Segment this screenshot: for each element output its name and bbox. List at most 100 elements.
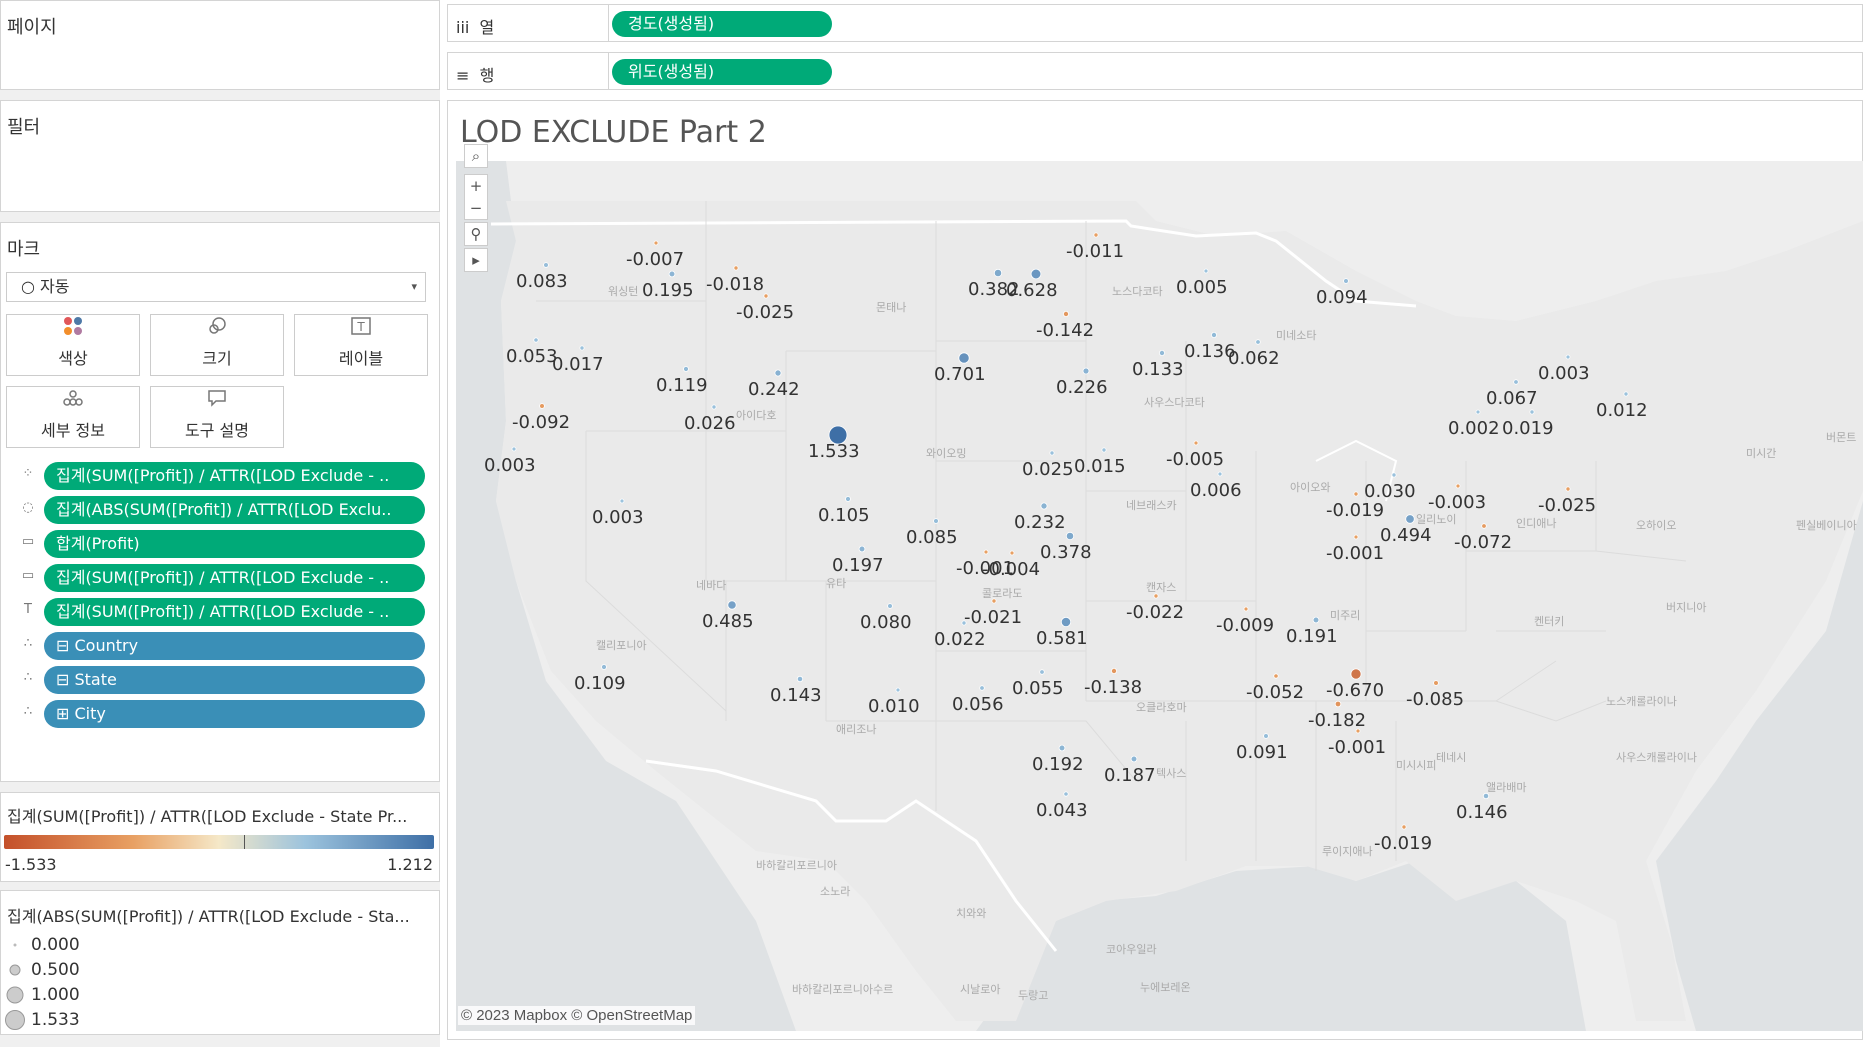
map-mark[interactable] [1211,331,1218,338]
map-mark[interactable] [1263,733,1269,739]
map-mark[interactable] [845,496,851,502]
map-mark[interactable] [668,270,676,278]
map-mark[interactable] [1343,278,1349,284]
map-mark[interactable] [1529,409,1535,415]
map-mark[interactable] [1111,667,1118,674]
zoom-in-button[interactable]: + [465,175,487,197]
map-mark[interactable] [727,600,737,610]
map-mark[interactable] [1009,550,1015,556]
map-mark[interactable] [1203,268,1209,274]
reset-map-button[interactable]: ⚲ [464,222,488,246]
map-mark[interactable] [1312,616,1320,624]
mark-type-dropdown[interactable]: ○ 자동 ▾ [6,272,426,302]
map-mark[interactable] [539,403,545,409]
map-mark[interactable] [958,352,970,364]
map-mark[interactable] [887,603,893,609]
map-mark[interactable] [511,446,517,452]
map-mark[interactable] [1193,440,1199,446]
map-mark[interactable] [1093,232,1099,238]
map-view[interactable]: 워싱턴 몬태나 노스다코타 미네소타 사우스다코타 아이다호 와이오밍 네브래스카 아이오와 일리… [456,161,1863,1031]
color-button[interactable]: 색상 [6,314,140,376]
map-mark[interactable] [711,404,717,410]
columns-shelf[interactable]: iii 열 경도(생성됨) [447,4,1863,42]
size-button[interactable]: 크기 [150,314,284,376]
map-mark[interactable] [933,518,939,524]
pages-card[interactable]: 페이지 [0,0,440,90]
map-mark[interactable] [1433,680,1439,686]
map-mark[interactable] [763,293,769,299]
mark-pill[interactable]: 집계(SUM([Profit]) / ATTR([LOD Exclude - .… [44,564,425,592]
map-mark[interactable] [1255,339,1261,345]
map-mark[interactable] [1391,472,1397,478]
map-mark[interactable] [1513,379,1519,385]
map-mark[interactable] [1334,700,1342,708]
map-mark[interactable] [1217,471,1223,477]
map-mark[interactable] [1355,728,1361,734]
mark-pill[interactable]: 집계(SUM([Profit]) / ATTR([LOD Exclude - .… [44,462,425,490]
mark-pill[interactable]: 합계(Profit) [44,530,425,558]
map-mark[interactable] [1243,606,1249,612]
mark-pill[interactable]: 집계(ABS(SUM([Profit]) / ATTR([LOD Exclu.. [44,496,425,524]
map-mark[interactable] [993,268,1003,278]
map-mark[interactable] [1063,791,1069,797]
map-mark[interactable] [1405,514,1415,524]
map-mark[interactable] [1082,367,1090,375]
label-button[interactable]: T 레이블 [294,314,428,376]
map-mark[interactable] [1455,483,1461,489]
map-mark[interactable] [1401,824,1407,830]
map-mark[interactable] [858,545,866,553]
map-mark[interactable] [733,265,739,271]
map-mark[interactable] [1153,593,1159,599]
map-mark[interactable] [1060,616,1072,628]
map-place-label: 아이오와 [1290,481,1330,494]
detail-button[interactable]: 세부 정보 [6,386,140,448]
mark-pill[interactable]: 집계(SUM([Profit]) / ATTR([LOD Exclude - .… [44,598,425,626]
rows-pill[interactable]: 위도(생성됨) [612,59,832,85]
map-mark[interactable] [579,345,585,351]
columns-pill[interactable]: 경도(생성됨) [612,11,832,37]
map-mark[interactable] [601,664,607,670]
map-mark[interactable] [683,366,689,372]
map-mark[interactable] [991,598,997,604]
map-mark[interactable] [796,675,804,683]
filters-card[interactable]: 필터 [0,100,440,212]
tooltip-button[interactable]: 도구 설명 [150,386,284,448]
map-search-button[interactable]: ⌕ [464,144,488,168]
map-mark[interactable] [1039,669,1045,675]
map-mark[interactable] [1273,673,1279,679]
mark-pill[interactable]: ⊞ City [44,700,425,728]
map-mark[interactable] [1101,447,1107,453]
map-mark[interactable] [653,240,659,246]
map-mark[interactable] [1565,354,1571,360]
rows-shelf[interactable]: ≡ 행 위도(생성됨) [447,52,1863,90]
map-mark[interactable] [979,685,985,691]
map-mark[interactable] [1623,391,1629,397]
mark-pill[interactable]: ⊟ State [44,666,425,694]
map-mark[interactable] [533,337,539,343]
map-mark[interactable] [543,262,549,268]
map-mark[interactable] [1058,744,1066,752]
mark-pill[interactable]: ⊟ Country [44,632,425,660]
map-mark[interactable] [983,549,989,555]
expand-toolbar-button[interactable]: ▸ [464,248,488,272]
map-mark[interactable] [961,620,967,626]
map-mark[interactable] [1565,486,1571,492]
map-mark[interactable] [1049,450,1055,456]
map-mark[interactable] [1482,792,1490,800]
map-attribution[interactable]: © 2023 Mapbox © OpenStreetMap [458,1006,696,1025]
map-mark[interactable] [1350,668,1362,680]
map-mark[interactable] [619,498,625,504]
map-mark[interactable] [1481,523,1487,529]
map-mark[interactable] [1030,268,1042,280]
map-mark[interactable] [1130,755,1138,763]
map-mark[interactable] [1063,310,1070,317]
map-mark[interactable] [1040,502,1048,510]
zoom-out-button[interactable]: − [465,197,487,219]
map-mark[interactable] [1159,349,1166,356]
map-mark[interactable] [1065,531,1075,541]
map-mark[interactable] [1475,409,1481,415]
map-mark[interactable] [1353,534,1359,540]
map-mark[interactable] [774,369,782,377]
map-mark[interactable] [1353,491,1359,497]
map-mark[interactable] [895,687,901,693]
